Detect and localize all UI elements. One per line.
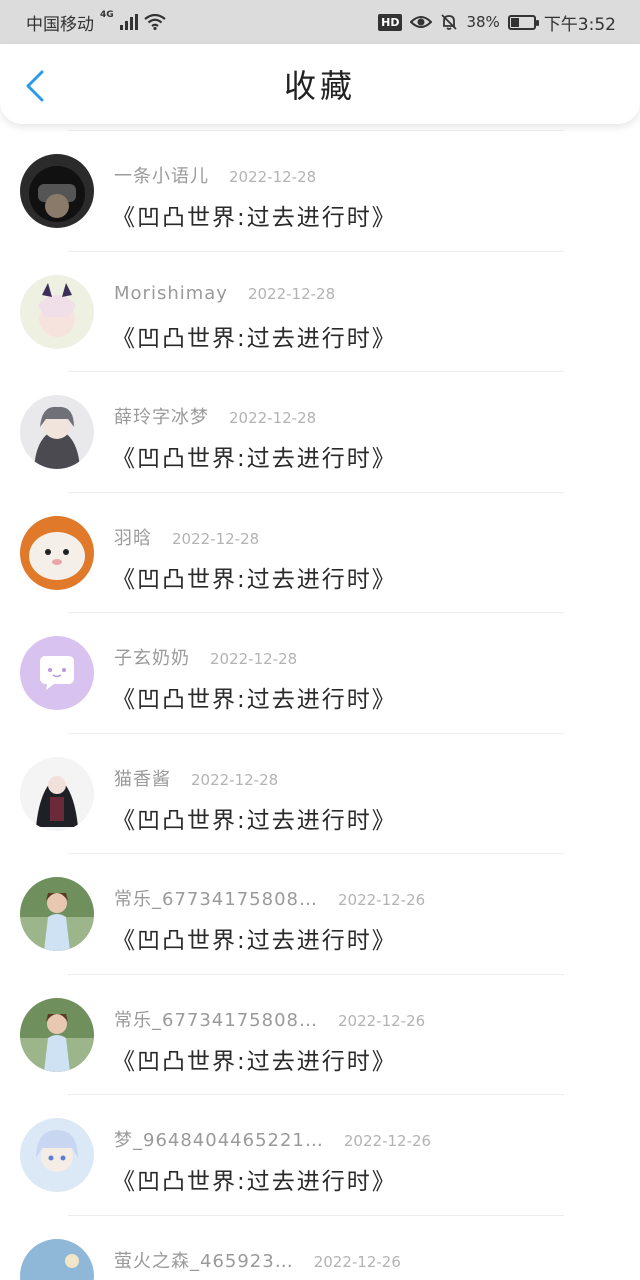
favorite-item[interactable]: 薛玲字冰梦 2022-12-28 《凹凸世界:过去进行时》 [0,371,640,492]
avatar[interactable] [20,1118,94,1192]
username: 猫香酱 [114,768,171,790]
page-title: 收藏 [283,67,356,105]
work-title: 《凹凸世界:过去进行时》 [112,807,397,834]
status-right: HD 38% 下午3:52 [378,10,640,35]
favorite-date: 2022-12-26 [313,1252,401,1271]
favorite-item[interactable]: 子玄奶奶 2022-12-28 《凹凸世界:过去进行时》 [0,612,640,733]
avatar-image [20,1238,94,1280]
item-meta: Morishimay 2022-12-28 [114,283,335,304]
username: Morishimay [114,282,228,304]
wifi-icon [143,14,166,30]
divider [68,130,564,131]
status-bar: 中国移动 4G HD 38% 下午3:52 [0,0,640,44]
work-title: 《凹凸世界:过去进行时》 [112,928,397,954]
eye-icon [410,16,433,28]
avatar[interactable] [20,154,94,228]
mute-bell-icon [441,14,458,30]
avatar-image [20,515,94,590]
divider [68,491,564,493]
avatar[interactable] [20,274,94,349]
username: 常乐_67734175808… [114,889,318,910]
divider [68,1214,564,1216]
chevron-left-icon [26,70,44,102]
favorite-date: 2022-12-28 [247,284,336,303]
divider [68,250,564,252]
favorite-item[interactable]: 猫香酱 2022-12-28 《凹凸世界:过去进行时》 [0,732,640,854]
favorite-date: 2022-12-26 [337,891,426,909]
divider [68,1094,564,1095]
favorites-list: 一条小语儿 2022-12-28 《凹凸世界:过去进行时》 Morishimay 202… [0,130,640,1280]
username: 一条小语儿 [114,166,209,187]
favorite-item[interactable]: 萤火之森_465923…2022-12-26《凹凸世界:过去进行时》 [0,1214,640,1280]
divider [68,612,564,613]
item-meta: 一条小语儿 2022-12-28 [114,162,316,188]
battery-percent: 38% [466,13,500,31]
avatar[interactable] [20,636,94,710]
item-meta: 常乐_67734175808… 2022-12-26 [114,885,425,911]
item-meta: 羽晗 2022-12-28 [114,524,259,550]
avatar[interactable] [20,756,94,831]
avatar-image [20,1118,94,1192]
item-meta: 萤火之森_465923… 2022-12-26 [114,1247,401,1273]
avatar[interactable] [20,1238,94,1280]
avatar-image [20,274,94,349]
signal-icon [119,14,138,30]
username: 薛玲字冰梦 [114,407,209,428]
favorite-item[interactable]: 羽晗 2022-12-28 《凹凸世界:过去进行时》 [0,491,640,613]
avatar[interactable] [20,515,94,590]
work-title: 《凹凸世界:过去进行时》 [112,205,397,231]
favorite-item[interactable]: 常乐_67734175808… 2022-12-26 《凹凸世界:过去进行时》 [0,973,640,1095]
work-title: 《凹凸世界:过去进行时》 [112,1169,397,1195]
item-meta: 猫香酱 2022-12-28 [114,765,278,791]
favorite-item[interactable]: 常乐_67734175808… 2022-12-26 《凹凸世界:过去进行时》 [0,853,640,974]
divider [68,371,564,372]
clock-time: 下午3:52 [543,14,616,35]
favorite-item[interactable]: 梦_9648404465221… 2022-12-26 《凹凸世界:过去进行时》 [0,1094,640,1215]
work-title: 《凹凸世界:过去进行时》 [112,687,397,713]
work-title: 《凹凸世界:过去进行时》 [112,1048,397,1075]
username: 常乐_67734175808… [114,1009,318,1031]
favorite-item[interactable]: Morishimay 2022-12-28 《凹凸世界:过去进行时》 [0,250,640,372]
favorite-date: 2022-12-28 [229,168,317,186]
back-button[interactable] [22,70,50,102]
divider [68,973,564,975]
carrier-name: 中国移动 [26,14,94,35]
avatar-image [20,154,94,228]
divider [68,732,564,734]
avatar-image [20,997,94,1072]
favorite-date: 2022-12-28 [191,770,279,789]
favorite-date: 2022-12-26 [343,1132,432,1150]
hd-badge: HD [378,13,403,31]
favorite-date: 2022-12-28 [172,529,260,548]
favorite-date: 2022-12-28 [229,409,317,427]
item-meta: 薛玲字冰梦 2022-12-28 [114,403,316,429]
avatar[interactable] [20,877,94,951]
battery-level [510,17,520,27]
favorite-item[interactable]: 一条小语儿 2022-12-28 《凹凸世界:过去进行时》 [0,130,640,251]
network-type: 4G [100,10,114,20]
favorite-date: 2022-12-26 [337,1011,426,1030]
item-meta: 子玄奶奶 2022-12-28 [114,644,297,670]
username: 萤火之森_465923… [114,1250,294,1272]
item-meta: 常乐_67734175808… 2022-12-26 [114,1006,425,1032]
work-title: 《凹凸世界:过去进行时》 [112,566,397,593]
avatar-image [20,877,94,951]
item-meta: 梦_9648404465221… 2022-12-26 [114,1126,431,1152]
work-title: 《凹凸世界:过去进行时》 [112,446,397,472]
avatar-image [20,756,94,831]
status-left: 中国移动 4G [0,10,166,35]
avatar-image [20,636,94,710]
username: 子玄奶奶 [114,648,190,669]
divider [68,853,564,854]
avatar-image [20,395,94,469]
battery-icon [507,14,539,30]
favorite-date: 2022-12-28 [210,650,298,668]
avatar[interactable] [20,395,94,469]
work-title: 《凹凸世界:过去进行时》 [112,325,397,352]
username: 羽晗 [114,527,152,549]
avatar[interactable] [20,997,94,1072]
favorites-screen: 中国移动 4G HD 38% 下午3:52 收藏 一条小语儿 2022-12-2… [0,0,640,1280]
header-bar: 收藏 [0,44,640,124]
username: 梦_9648404465221… [114,1130,324,1151]
